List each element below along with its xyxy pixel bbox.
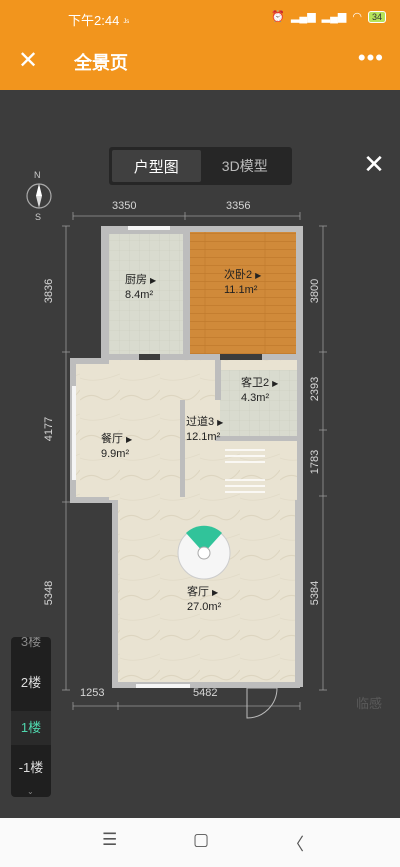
room-dining[interactable]: 餐厅 ▶ 9.9m² [101,432,132,462]
signal-icon-2: ▂▄▆ [321,11,347,23]
floor-item-3[interactable]: 3楼 [11,637,51,653]
room-bedroom2[interactable]: 次卧2 ▶ 11.1m² [224,268,261,298]
room-dining-name: 餐厅 [101,433,123,445]
chevron-down-icon[interactable]: ⌄ [27,787,34,796]
dim-bottom-right: 5482 [193,687,218,699]
watermark-logo: 临感 [355,696,382,711]
play-icon: ▶ [272,379,279,388]
alarm-icon: ⏰ [271,11,285,23]
room-bathroom2-name: 客卫2 [241,377,270,389]
room-corridor3-name: 过道3 [186,416,215,428]
floor-item-2[interactable]: 2楼 [11,668,51,698]
room-kitchen[interactable]: 厨房 ▶ 8.4m² [125,273,156,303]
close-icon[interactable]: ✕ [18,47,38,75]
wifi-icon: ◠ [352,11,362,23]
floorplan-viewer[interactable]: 户型图 3D模型 ✕ N S 3350 3356 3836 4177 5348 … [0,90,400,818]
status-time: 下午2:44 ᴶˢ [68,10,129,29]
app-bar: ✕ 全景页 ••• [0,33,400,90]
room-living-area: 27.0m² [187,601,222,613]
status-extra: ᴶˢ [123,17,130,27]
dim-bottom-left: 1253 [80,687,105,699]
system-nav-bar: ☰ ▢ 〈 [0,818,400,867]
room-living-name: 客厅 [187,586,209,598]
room-bathroom2[interactable]: 客卫2 ▶ 4.3m² [241,376,278,406]
dim-left-1: 3836 [43,278,56,304]
room-bedroom2-area: 11.1m² [224,284,258,296]
floor-item-1[interactable]: 1楼 [11,711,51,745]
play-icon: ▶ [217,418,224,427]
signal-icon: ▂▄▆ [290,11,316,23]
room-dining-area: 9.9m² [101,448,130,460]
back-icon[interactable]: 〈 [287,830,304,855]
dim-right-4: 5384 [309,580,322,606]
more-icon[interactable]: ••• [358,45,384,71]
floor-item-b1[interactable]: -1楼 [11,753,51,783]
room-corridor3[interactable]: 过道3 ▶ 12.1m² [186,415,223,445]
dim-left-3: 5348 [43,580,56,606]
dim-left-2: 4177 [43,416,56,442]
dim-right-3: 1783 [309,449,322,475]
play-icon: ▶ [212,588,219,597]
status-bar: 下午2:44 ᴶˢ ⏰ ▂▄▆ ▂▄▆ ◠ 34 [0,0,400,33]
play-icon: ▶ [255,271,262,280]
page-title: 全景页 [74,53,128,73]
dim-top-left: 3350 [112,200,137,212]
home-icon[interactable]: ▢ [193,830,209,850]
play-icon: ▶ [150,276,157,285]
room-kitchen-name: 厨房 [125,274,147,286]
battery-icon: 34 [367,10,386,23]
floor-selector[interactable]: 3楼 2楼 1楼 -1楼 ⌄ [11,637,51,797]
floorplan-drawing [62,212,327,719]
battery-level: 34 [371,11,382,22]
room-corridor3-area: 12.1m² [186,431,221,443]
dim-top-right: 3356 [226,200,251,212]
dim-right-2: 2393 [309,376,322,402]
play-icon: ▶ [126,435,133,444]
status-time-text: 下午2:44 [68,13,120,28]
menu-icon[interactable]: ☰ [102,830,117,850]
room-kitchen-area: 8.4m² [125,289,154,301]
room-bathroom2-area: 4.3m² [241,392,270,404]
room-living[interactable]: 客厅 ▶ 27.0m² [187,585,221,615]
dim-right-1: 3800 [309,278,322,304]
room-bedroom2-name: 次卧2 [224,269,253,281]
status-icons: ⏰ ▂▄▆ ▂▄▆ ◠ 34 [271,10,386,23]
